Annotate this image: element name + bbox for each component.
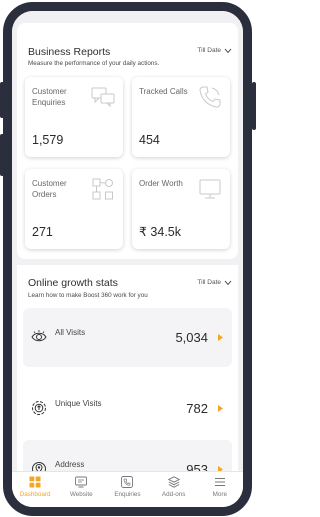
bottom-navigation: Dashboard Website Enquiries Add-ons More: [12, 471, 243, 507]
arrow-right-icon: [218, 334, 223, 341]
card-label: Order Worth: [139, 179, 183, 188]
nav-label: Add-ons: [161, 491, 186, 498]
enquiries-icon: [121, 476, 134, 488]
stat-label: All Visits: [55, 328, 86, 337]
business-reports-filter[interactable]: Till Date: [197, 47, 232, 54]
phone-frame: Business Reports Measure the performance…: [3, 2, 252, 516]
addons-layers-icon: [167, 476, 180, 488]
card-order-worth[interactable]: Order Worth ₹ 34.5k: [132, 169, 230, 249]
filter-label: Till Date: [197, 279, 221, 286]
eye-icon: [31, 330, 47, 342]
nav-more[interactable]: More: [197, 476, 243, 498]
menu-icon: [214, 478, 225, 486]
monitor-icon: [199, 179, 221, 199]
chat-bubbles-icon: [91, 87, 115, 108]
nav-dashboard[interactable]: Dashboard: [12, 476, 58, 498]
business-reports-title: Business Reports: [28, 46, 111, 58]
nav-website[interactable]: Website: [58, 476, 104, 498]
card-label: Tracked Calls: [139, 87, 188, 96]
nav-label: More: [212, 491, 228, 498]
stat-row-unique-visits[interactable]: Unique Visits 782: [23, 379, 232, 438]
unique-visitor-icon: [32, 401, 46, 415]
chevron-down-icon: [224, 48, 232, 53]
card-customer-orders[interactable]: Customer Orders 271: [25, 169, 123, 249]
website-icon: [75, 476, 88, 488]
business-reports-section: Business Reports Measure the performance…: [17, 23, 238, 259]
business-reports-subtitle: Measure the performance of your daily ac…: [28, 60, 160, 67]
phone-icon: [199, 86, 221, 108]
growth-stats-filter[interactable]: Till Date: [197, 279, 232, 286]
card-label: Customer Orders: [32, 179, 67, 199]
stat-value: 782: [186, 401, 208, 416]
card-value: ₹ 34.5k: [139, 225, 182, 239]
stat-value: 5,034: [175, 330, 208, 345]
nav-label: Website: [69, 491, 93, 498]
nav-label: Dashboard: [19, 491, 51, 498]
stat-label: Unique Visits: [55, 399, 102, 408]
growth-stats-title: Online growth stats: [28, 277, 118, 289]
nav-enquiries[interactable]: Enquiries: [104, 476, 150, 498]
growth-stats-subtitle: Learn how to make Boost 360 work for you: [28, 292, 148, 299]
card-value: 271: [32, 225, 53, 239]
nav-label: Enquiries: [114, 491, 141, 498]
card-label: Customer Enquiries: [32, 87, 67, 107]
chevron-down-icon: [224, 280, 232, 285]
orders-grid-icon: [92, 178, 113, 200]
card-value: 1,579: [32, 133, 64, 147]
card-tracked-calls[interactable]: Tracked Calls 454: [132, 77, 230, 157]
card-value: 454: [139, 133, 160, 147]
dashboard-grid-icon: [29, 476, 41, 488]
nav-addons[interactable]: Add-ons: [151, 476, 197, 498]
arrow-right-icon: [218, 405, 223, 412]
card-customer-enquiries[interactable]: Customer Enquiries 1,579: [25, 77, 123, 157]
filter-label: Till Date: [197, 47, 221, 54]
app-screen: Business Reports Measure the performance…: [12, 11, 243, 507]
stat-row-all-visits[interactable]: All Visits 5,034: [23, 308, 232, 367]
phone-side-button-right: [252, 82, 256, 130]
